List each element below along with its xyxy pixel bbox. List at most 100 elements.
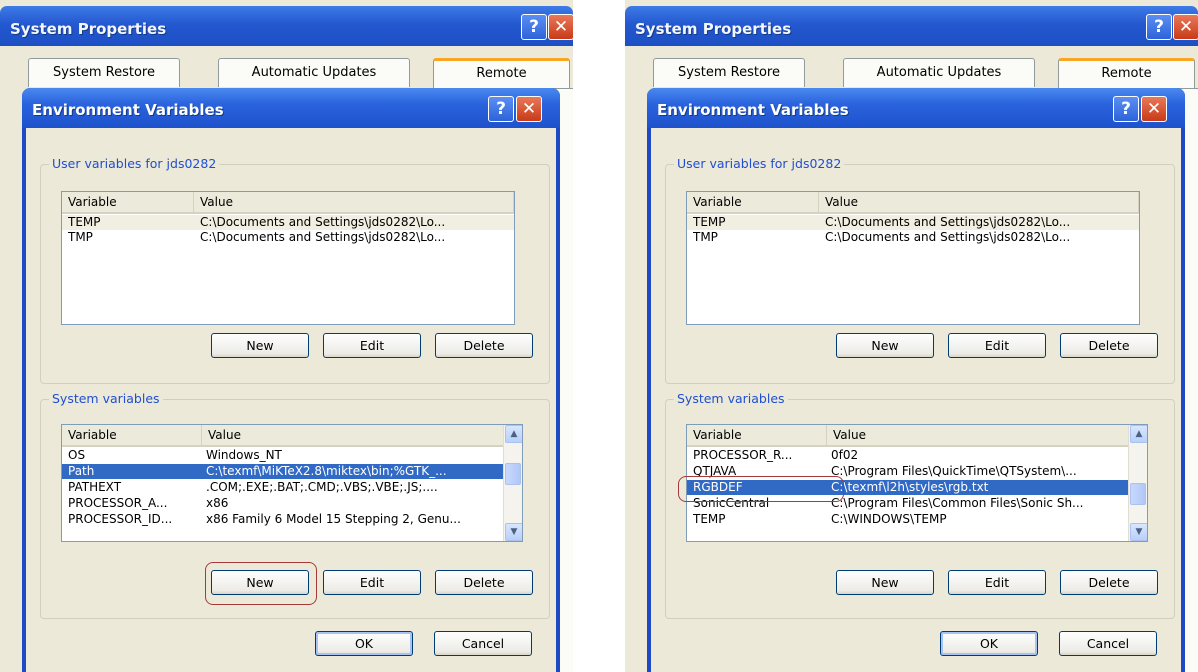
system-variables-list[interactable]: Variable Value OS Windows_NT Path C:\tex… bbox=[61, 424, 523, 542]
table-row[interactable]: TMP C:\Documents and Settings\jds0282\Lo… bbox=[62, 230, 514, 245]
variable-value: C:\texmf\MiKTeX2.8\miktex\bin;%GTK_... bbox=[206, 464, 447, 478]
chevron-up-icon[interactable]: ▲ bbox=[505, 425, 522, 443]
user-new-button[interactable]: New bbox=[836, 333, 934, 358]
table-row[interactable]: PROCESSOR_A... x86 bbox=[62, 496, 522, 511]
variable-name: PROCESSOR_ID... bbox=[68, 512, 173, 526]
environment-variables-body: User variables for jds0282 Variable Valu… bbox=[651, 128, 1181, 672]
ok-button[interactable]: OK bbox=[315, 631, 413, 656]
table-row-selected[interactable]: RGBDEF C:\texmf\l2h\styles\rgb.txt bbox=[687, 480, 1147, 495]
column-header-variable[interactable]: Variable bbox=[62, 192, 194, 212]
table-row[interactable]: OS Windows_NT bbox=[62, 448, 522, 463]
chevron-up-icon[interactable]: ▲ bbox=[1130, 425, 1147, 443]
table-row[interactable]: TEMP C:\WINDOWS\TEMP bbox=[687, 512, 1147, 527]
table-row[interactable]: PROCESSOR_R... 0f02 bbox=[687, 448, 1147, 463]
variable-name: RGBDEF bbox=[693, 480, 743, 494]
chevron-down-icon[interactable]: ▼ bbox=[505, 523, 522, 541]
tab-remote[interactable]: Remote bbox=[433, 58, 570, 89]
user-variables-list[interactable]: Variable Value TEMP C:\Documents and Set… bbox=[61, 191, 515, 325]
environment-variables-body: User variables for jds0282 Variable Valu… bbox=[26, 128, 556, 672]
column-header-variable[interactable]: Variable bbox=[687, 192, 819, 212]
variable-value: C:\texmf\l2h\styles\rgb.txt bbox=[831, 480, 989, 494]
variable-name: SonicCentral bbox=[693, 496, 770, 510]
table-row[interactable]: PATHEXT .COM;.EXE;.BAT;.CMD;.VBS;.VBE;.J… bbox=[62, 480, 522, 495]
environment-variables-titlebar: Environment Variables ? ✕ bbox=[647, 88, 1185, 128]
cancel-button[interactable]: Cancel bbox=[1059, 631, 1157, 656]
system-edit-button[interactable]: Edit bbox=[948, 570, 1046, 595]
variable-name: OS bbox=[68, 448, 86, 462]
close-icon[interactable]: ✕ bbox=[1173, 14, 1198, 40]
tab-system-restore[interactable]: System Restore bbox=[653, 58, 805, 87]
help-icon[interactable]: ? bbox=[1146, 14, 1172, 40]
user-variables-label: User variables for jds0282 bbox=[674, 156, 845, 171]
system-properties-title: System Properties bbox=[635, 20, 792, 38]
table-row[interactable]: TEMP C:\Documents and Settings\jds0282\L… bbox=[687, 215, 1139, 230]
system-variables-label: System variables bbox=[674, 391, 788, 406]
variable-name: TEMP bbox=[693, 512, 726, 526]
variable-name: TEMP bbox=[68, 215, 101, 229]
environment-variables-titlebar: Environment Variables ? ✕ bbox=[22, 88, 560, 128]
screenshot-left: System Properties ? ✕ System Restore Aut… bbox=[0, 0, 573, 672]
scroll-thumb[interactable] bbox=[1130, 483, 1146, 505]
variable-value: x86 bbox=[206, 496, 229, 510]
column-header-variable[interactable]: Variable bbox=[687, 425, 827, 445]
vertical-scrollbar[interactable]: ▲ ▼ bbox=[1128, 425, 1147, 541]
system-new-button[interactable]: New bbox=[211, 570, 309, 595]
system-new-button[interactable]: New bbox=[836, 570, 934, 595]
table-row-selected[interactable]: Path C:\texmf\MiKTeX2.8\miktex\bin;%GTK_… bbox=[62, 464, 522, 479]
system-variables-label: System variables bbox=[49, 391, 163, 406]
column-header-value[interactable]: Value bbox=[819, 192, 1139, 212]
ok-button[interactable]: OK bbox=[940, 631, 1038, 656]
column-header-value[interactable]: Value bbox=[194, 192, 514, 212]
help-icon[interactable]: ? bbox=[488, 96, 514, 122]
column-header-value[interactable]: Value bbox=[827, 425, 1129, 445]
list-header: Variable Value bbox=[62, 425, 522, 447]
help-icon[interactable]: ? bbox=[521, 14, 547, 40]
user-delete-button[interactable]: Delete bbox=[435, 333, 533, 358]
tab-automatic-updates[interactable]: Automatic Updates bbox=[843, 58, 1035, 87]
close-icon[interactable]: ✕ bbox=[516, 96, 542, 122]
list-header: Variable Value bbox=[687, 425, 1147, 447]
system-properties-titlebar: System Properties ? ✕ bbox=[0, 6, 573, 46]
user-variables-group: User variables for jds0282 Variable Valu… bbox=[40, 156, 550, 384]
table-row[interactable]: SonicCentral C:\Program Files\Common Fil… bbox=[687, 496, 1147, 511]
tab-automatic-updates[interactable]: Automatic Updates bbox=[218, 58, 410, 87]
variable-value: Windows_NT bbox=[206, 448, 282, 462]
cancel-button[interactable]: Cancel bbox=[434, 631, 532, 656]
variable-name: QTJAVA bbox=[693, 464, 737, 478]
table-row[interactable]: PROCESSOR_ID... x86 Family 6 Model 15 St… bbox=[62, 512, 522, 527]
variable-value: x86 Family 6 Model 15 Stepping 2, Genu..… bbox=[206, 512, 461, 526]
system-variables-list[interactable]: Variable Value PROCESSOR_R... 0f02 QTJAV… bbox=[686, 424, 1148, 542]
variable-value: C:\Program Files\Common Files\Sonic Sh..… bbox=[831, 496, 1084, 510]
system-variables-group: System variables Variable Value OS Windo… bbox=[40, 391, 550, 619]
user-variables-list[interactable]: Variable Value TEMP C:\Documents and Set… bbox=[686, 191, 1140, 325]
variable-value: C:\Documents and Settings\jds0282\Lo... bbox=[200, 230, 446, 244]
column-header-value[interactable]: Value bbox=[202, 425, 504, 445]
user-edit-button[interactable]: Edit bbox=[948, 333, 1046, 358]
user-edit-button[interactable]: Edit bbox=[323, 333, 421, 358]
close-icon[interactable]: ✕ bbox=[1141, 96, 1167, 122]
system-delete-button[interactable]: Delete bbox=[1060, 570, 1158, 595]
variable-name: PROCESSOR_A... bbox=[68, 496, 168, 510]
table-row[interactable]: QTJAVA C:\Program Files\QuickTime\QTSyst… bbox=[687, 464, 1147, 479]
variable-value: C:\WINDOWS\TEMP bbox=[831, 512, 947, 526]
table-row[interactable]: TMP C:\Documents and Settings\jds0282\Lo… bbox=[687, 230, 1139, 245]
system-edit-button[interactable]: Edit bbox=[323, 570, 421, 595]
help-icon[interactable]: ? bbox=[1113, 96, 1139, 122]
variable-value: C:\Documents and Settings\jds0282\Lo... bbox=[825, 215, 1071, 229]
vertical-scrollbar[interactable]: ▲ ▼ bbox=[503, 425, 522, 541]
user-new-button[interactable]: New bbox=[211, 333, 309, 358]
variable-name: TMP bbox=[68, 230, 93, 244]
table-row[interactable]: TEMP C:\Documents and Settings\jds0282\L… bbox=[62, 215, 514, 230]
tab-system-restore[interactable]: System Restore bbox=[28, 58, 180, 87]
variable-name: Path bbox=[68, 464, 95, 478]
system-delete-button[interactable]: Delete bbox=[435, 570, 533, 595]
list-header: Variable Value bbox=[62, 192, 514, 214]
close-icon[interactable]: ✕ bbox=[548, 14, 573, 40]
user-variables-label: User variables for jds0282 bbox=[49, 156, 220, 171]
user-delete-button[interactable]: Delete bbox=[1060, 333, 1158, 358]
tab-remote[interactable]: Remote bbox=[1058, 58, 1195, 89]
column-header-variable[interactable]: Variable bbox=[62, 425, 202, 445]
variable-value: C:\Documents and Settings\jds0282\Lo... bbox=[200, 215, 446, 229]
scroll-thumb[interactable] bbox=[505, 463, 521, 485]
chevron-down-icon[interactable]: ▼ bbox=[1130, 523, 1147, 541]
